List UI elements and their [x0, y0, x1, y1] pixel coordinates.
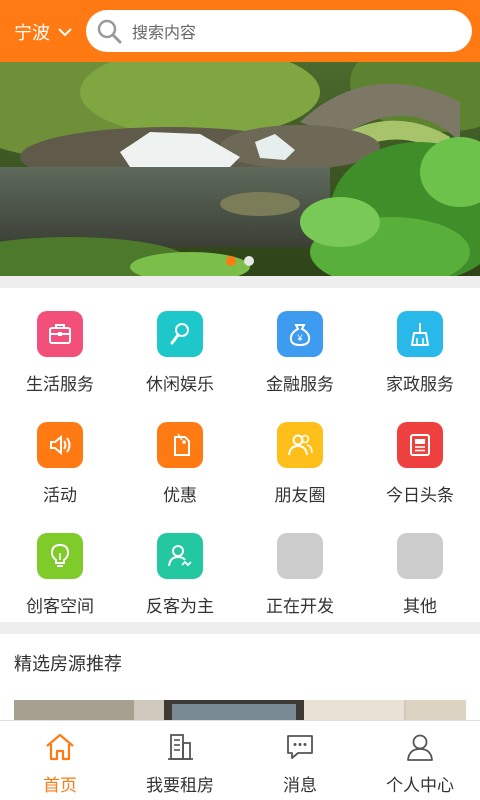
- grid-item-label: 优惠: [163, 486, 197, 506]
- tag-icon: [174, 433, 190, 456]
- newspaper-icon-tile: [397, 422, 443, 468]
- section-divider: [0, 276, 480, 288]
- grid-item-activity[interactable]: 活动: [0, 399, 120, 509]
- tab-home[interactable]: 首页: [0, 721, 120, 800]
- grid-item-label: 金融服务: [266, 375, 334, 395]
- section-title: 精选房源推荐: [14, 654, 122, 675]
- speaker-icon-tile: [37, 422, 83, 468]
- grid-item-other[interactable]: 其他: [360, 510, 480, 620]
- grid-item-guest-host[interactable]: 反客为主: [120, 510, 240, 620]
- grid-item-label: 其他: [403, 597, 437, 617]
- grid-item-label: 生活服务: [26, 375, 94, 395]
- grid-item-label: 休闲娱乐: [146, 375, 214, 395]
- grid-item-friends[interactable]: 朋友圈: [240, 399, 360, 509]
- building-icon: [168, 734, 193, 760]
- grid-item-label: 今日头条: [386, 486, 454, 506]
- briefcase-icon-tile: [37, 311, 83, 357]
- microphone-icon: [170, 323, 189, 345]
- grid-item-discount[interactable]: 优惠: [120, 399, 240, 509]
- money-bag-icon-tile: ¥: [277, 311, 323, 357]
- grid-item-label: 反客为主: [146, 597, 214, 617]
- lightbulb-icon: [50, 543, 70, 567]
- grid-item-label: 正在开发: [266, 597, 334, 617]
- grid-item-life-service[interactable]: 生活服务: [0, 288, 120, 398]
- bottom-tab-bar: 首页 我要租房 消息 个人中心: [0, 720, 480, 800]
- home-icon: [46, 733, 74, 761]
- broom-icon: [410, 323, 430, 346]
- tab-messages[interactable]: 消息: [240, 721, 360, 800]
- chevron-down-icon: [58, 28, 72, 37]
- message-icon: [287, 735, 313, 759]
- grid-item-in-development[interactable]: 正在开发: [240, 510, 360, 620]
- banner-carousel[interactable]: [0, 62, 480, 276]
- grid-item-label: 活动: [43, 486, 77, 506]
- grid-item-maker-space[interactable]: 创客空间: [0, 510, 120, 620]
- grid-item-leisure[interactable]: 休闲娱乐: [120, 288, 240, 398]
- grid-item-headlines[interactable]: 今日头条: [360, 399, 480, 509]
- top-header: 宁波 搜索内容: [0, 0, 480, 62]
- friends-icon-tile: [277, 422, 323, 468]
- grid-item-label: 朋友圈: [274, 486, 326, 506]
- service-grid: 生活服务 休闲娱乐 ¥ 金融服务 家政服务 活动 优惠 朋友圈 今日头条 创客空…: [0, 288, 480, 620]
- money-bag-icon: ¥: [289, 324, 311, 347]
- placeholder-icon: [397, 533, 443, 579]
- search-bar[interactable]: 搜索内容: [86, 10, 472, 52]
- banner-image: [0, 62, 480, 276]
- newspaper-icon: [410, 434, 430, 456]
- tab-label: 消息: [283, 776, 317, 796]
- carousel-indicator: [0, 256, 480, 266]
- microphone-icon-tile: [157, 311, 203, 357]
- grid-item-finance[interactable]: ¥ 金融服务: [240, 288, 360, 398]
- placeholder-icon: [277, 533, 323, 579]
- lightbulb-icon-tile: [37, 533, 83, 579]
- search-placeholder: 搜索内容: [132, 23, 197, 42]
- speaker-icon: [50, 434, 71, 456]
- grid-item-label: 家政服务: [386, 375, 454, 395]
- grid-item-label: 创客空间: [26, 597, 94, 617]
- broom-icon-tile: [397, 311, 443, 357]
- grid-item-housekeeping[interactable]: 家政服务: [360, 288, 480, 398]
- briefcase-icon: [49, 324, 71, 344]
- tab-label: 首页: [43, 776, 77, 796]
- svg-text:¥: ¥: [296, 333, 303, 343]
- tab-label: 个人中心: [386, 776, 454, 796]
- user-switch-icon-tile: [157, 533, 203, 579]
- tab-label: 我要租房: [146, 776, 214, 796]
- city-selector[interactable]: 宁波: [14, 19, 74, 45]
- friends-icon: [288, 434, 313, 456]
- carousel-dot[interactable]: [244, 256, 254, 266]
- user-switch-icon: [168, 545, 192, 567]
- carousel-dot-active[interactable]: [226, 256, 236, 266]
- tab-profile[interactable]: 个人中心: [360, 721, 480, 800]
- search-icon: [97, 19, 122, 44]
- person-icon: [407, 734, 433, 761]
- tab-rent[interactable]: 我要租房: [120, 721, 240, 800]
- section-divider: [0, 622, 480, 634]
- tag-icon-tile: [157, 422, 203, 468]
- city-label: 宁波: [14, 23, 50, 44]
